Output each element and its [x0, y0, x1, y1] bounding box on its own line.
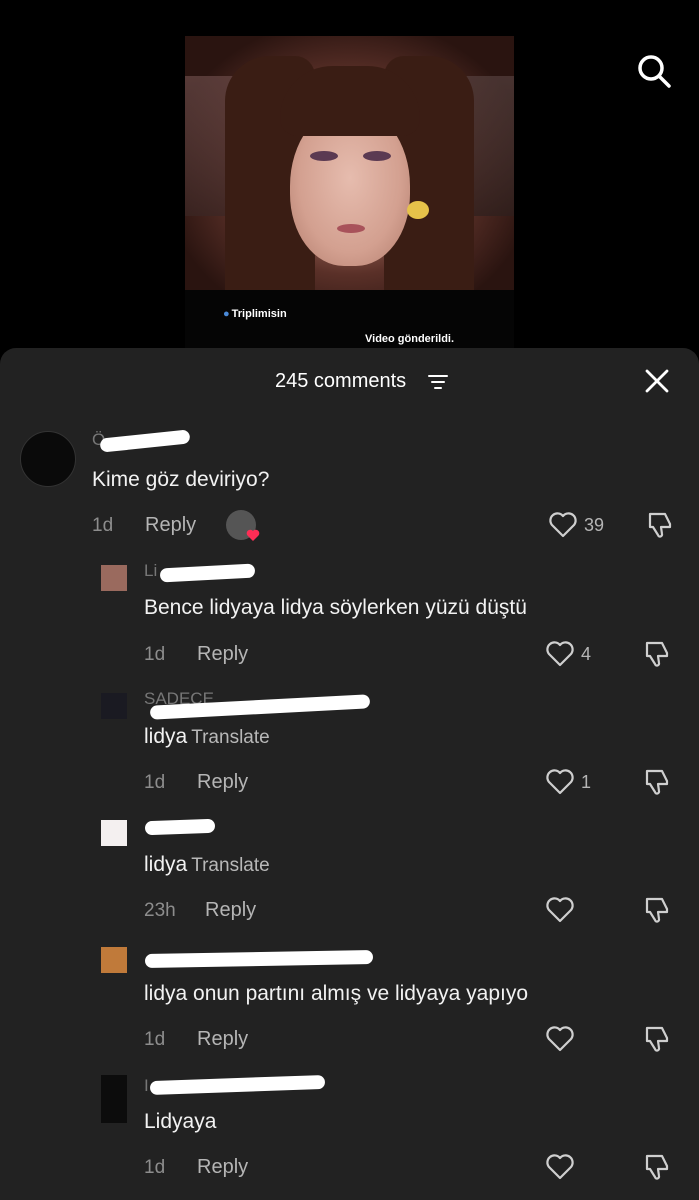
avatar[interactable] [101, 693, 127, 719]
comment-time: 1d [144, 1029, 166, 1050]
translate-link[interactable]: Translate [191, 855, 270, 876]
comment-text: lidya Translate [144, 853, 270, 876]
author-redaction [144, 818, 216, 836]
comment-text: lidya onun partını almış ve lidyaya yapı… [144, 982, 529, 1005]
avatar[interactable] [101, 820, 127, 846]
reply-button[interactable]: Reply [197, 771, 248, 794]
comment-text: Bence lidyaya lidya söylerken yüzü düştü [144, 596, 527, 619]
like-icon[interactable] [545, 1025, 575, 1053]
search-icon[interactable] [636, 53, 672, 89]
like-icon[interactable] [545, 768, 575, 796]
like-icon[interactable] [548, 511, 578, 539]
user-icon: ● [223, 308, 230, 320]
author-redaction [99, 429, 191, 453]
dislike-icon[interactable] [642, 639, 672, 669]
avatar[interactable] [20, 431, 76, 487]
like-icon[interactable] [545, 640, 575, 668]
dislike-icon[interactable] [645, 510, 675, 540]
comments-header: 245 comments [0, 348, 699, 414]
comment-time: 1d [144, 644, 166, 665]
like-count: 39 [584, 515, 605, 535]
like-count: 4 [581, 644, 592, 664]
creator-liked-badge [226, 510, 260, 541]
author-redaction [149, 1074, 326, 1096]
reply-button[interactable]: Reply [197, 1028, 248, 1051]
avatar[interactable] [101, 565, 127, 591]
comment-text: Lidyaya [144, 1110, 217, 1133]
dislike-icon[interactable] [642, 1152, 672, 1182]
reply-button[interactable]: Reply [145, 514, 196, 537]
reply-button[interactable]: Reply [197, 643, 248, 666]
comments-sheet: 245 comments Ö Kime göz deviriyo? 1d Rep… [0, 348, 699, 1200]
like-icon[interactable] [545, 896, 575, 924]
video-thumbnail[interactable] [185, 36, 514, 290]
avatar[interactable] [101, 947, 127, 973]
author-redaction [159, 563, 256, 583]
translate-link[interactable]: Translate [191, 727, 270, 748]
comment-text: lidya Translate [144, 725, 270, 748]
comment-time: 1d [92, 515, 114, 536]
video-preview-area: ● Triplimisin Video gönderildi. [0, 0, 699, 360]
reply-button[interactable]: Reply [205, 899, 256, 922]
comment-time: 1d [144, 772, 166, 793]
dislike-icon[interactable] [642, 895, 672, 925]
close-icon[interactable] [644, 368, 670, 394]
like-icon[interactable] [545, 1153, 575, 1181]
caption-status: Video gönderildi. [365, 333, 455, 345]
comment-author[interactable]: Li [144, 561, 157, 581]
reply-button[interactable]: Reply [197, 1156, 248, 1179]
comments-title: 245 comments [275, 370, 407, 392]
comment-author[interactable]: I [144, 1076, 149, 1096]
heart-icon [246, 529, 260, 541]
dislike-icon[interactable] [642, 1024, 672, 1054]
author-redaction [144, 950, 374, 968]
dislike-icon[interactable] [642, 767, 672, 797]
avatar[interactable] [101, 1075, 127, 1123]
like-count: 1 [581, 772, 592, 792]
comment-time: 1d [144, 1157, 166, 1178]
caption-username: ● Triplimisin [223, 308, 287, 320]
comment-text: Kime göz deviriyo? [92, 468, 270, 491]
comment-time: 23h [144, 900, 176, 921]
sort-icon[interactable] [428, 374, 448, 390]
